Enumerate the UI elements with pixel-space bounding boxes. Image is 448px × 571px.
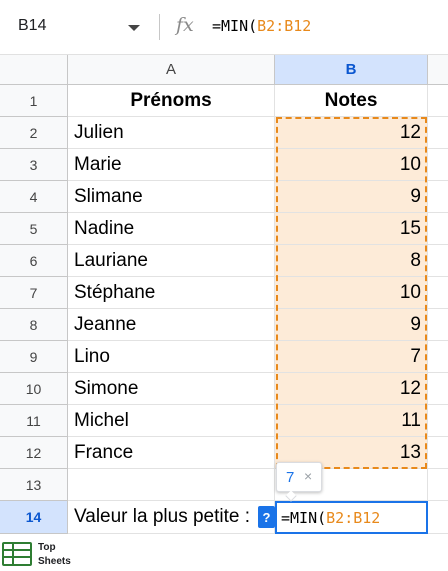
- formula-result-tooltip: 7 ×: [276, 462, 322, 502]
- formula-input[interactable]: =MIN(B2:B12: [212, 17, 311, 35]
- cell-c2[interactable]: [428, 117, 448, 149]
- cell-c10[interactable]: [428, 373, 448, 405]
- cell-c6[interactable]: [428, 245, 448, 277]
- topsheets-logo: Top Sheets: [0, 534, 120, 571]
- cell-b8[interactable]: 9: [275, 309, 428, 341]
- table-row: 12 France 13: [0, 437, 448, 469]
- cell-c7[interactable]: [428, 277, 448, 309]
- fx-icon: fx: [176, 14, 194, 36]
- cell-a14[interactable]: Valeur la plus petite :: [68, 501, 275, 534]
- cell-c12[interactable]: [428, 437, 448, 469]
- table-row: 9 Lino 7: [0, 341, 448, 373]
- cell-a5[interactable]: Nadine: [68, 213, 275, 245]
- row-header[interactable]: 10: [0, 373, 68, 405]
- spreadsheet-icon: [2, 542, 32, 566]
- table-row: 4 Slimane 9: [0, 181, 448, 213]
- table-row: 2 Julien 12: [0, 117, 448, 149]
- row-header[interactable]: 11: [0, 405, 68, 437]
- cell-b1[interactable]: Notes: [275, 85, 428, 117]
- column-header-a[interactable]: A: [68, 55, 275, 85]
- cell-c4[interactable]: [428, 181, 448, 213]
- row-header[interactable]: 8: [0, 309, 68, 341]
- cell-b3[interactable]: 10: [275, 149, 428, 181]
- editor-range-ref: B2:B12: [326, 508, 381, 527]
- cell-a2[interactable]: Julien: [68, 117, 275, 149]
- row-header[interactable]: 2: [0, 117, 68, 149]
- close-icon[interactable]: ×: [304, 468, 312, 484]
- column-header-b[interactable]: B: [275, 55, 428, 85]
- cell-c1[interactable]: [428, 85, 448, 117]
- cell-b7[interactable]: 10: [275, 277, 428, 309]
- table-row: 1 Prénoms Notes: [0, 85, 448, 117]
- select-all-corner[interactable]: [0, 55, 68, 85]
- result-value: 7: [286, 469, 295, 486]
- row-header[interactable]: 13: [0, 469, 68, 501]
- cell-a1[interactable]: Prénoms: [68, 85, 275, 117]
- table-row: 5 Nadine 15: [0, 213, 448, 245]
- table-row: 8 Jeanne 9: [0, 309, 448, 341]
- row-header[interactable]: 9: [0, 341, 68, 373]
- table-row: 11 Michel 11: [0, 405, 448, 437]
- formula-bar: B14 fx =MIN(B2:B12: [0, 0, 448, 55]
- cell-c8[interactable]: [428, 309, 448, 341]
- table-row: 6 Lauriane 8: [0, 245, 448, 277]
- cell-a3[interactable]: Marie: [68, 149, 275, 181]
- cell-a11[interactable]: Michel: [68, 405, 275, 437]
- row-header[interactable]: 4: [0, 181, 68, 213]
- cell-c3[interactable]: [428, 149, 448, 181]
- cell-a6[interactable]: Lauriane: [68, 245, 275, 277]
- formula-prefix: =MIN(: [212, 17, 258, 35]
- cell-a12[interactable]: France: [68, 437, 275, 469]
- cell-b10[interactable]: 12: [275, 373, 428, 405]
- cell-a10[interactable]: Simone: [68, 373, 275, 405]
- row-header[interactable]: 5: [0, 213, 68, 245]
- row-header[interactable]: 14: [0, 501, 68, 534]
- cell-c5[interactable]: [428, 213, 448, 245]
- name-box[interactable]: B14: [18, 17, 46, 35]
- row-header[interactable]: 6: [0, 245, 68, 277]
- cell-c13[interactable]: [428, 469, 448, 501]
- cell-b9[interactable]: 7: [275, 341, 428, 373]
- cell-a7[interactable]: Stéphane: [68, 277, 275, 309]
- cell-a13[interactable]: [68, 469, 275, 501]
- row-header[interactable]: 7: [0, 277, 68, 309]
- formula-help-button[interactable]: ?: [258, 506, 275, 528]
- column-header-c[interactable]: [428, 55, 448, 85]
- cell-editor-b14[interactable]: =MIN(B2:B12: [275, 501, 428, 534]
- logo-line-2: Sheets: [38, 556, 71, 567]
- cell-a4[interactable]: Slimane: [68, 181, 275, 213]
- cell-c14[interactable]: [428, 501, 448, 534]
- editor-formula-prefix: =MIN(: [281, 508, 327, 527]
- cell-b11[interactable]: 11: [275, 405, 428, 437]
- logo-text: Top Sheets: [38, 541, 71, 569]
- logo-line-1: Top: [38, 542, 56, 553]
- cell-a9[interactable]: Lino: [68, 341, 275, 373]
- row-header[interactable]: 3: [0, 149, 68, 181]
- table-row: 7 Stéphane 10: [0, 277, 448, 309]
- table-row: 10 Simone 12: [0, 373, 448, 405]
- cell-b2[interactable]: 12: [275, 117, 428, 149]
- cell-a8[interactable]: Jeanne: [68, 309, 275, 341]
- cell-b5[interactable]: 15: [275, 213, 428, 245]
- formula-bar-divider: [159, 14, 160, 40]
- row-header[interactable]: 1: [0, 85, 68, 117]
- cell-b4[interactable]: 9: [275, 181, 428, 213]
- formula-range-ref: B2:B12: [257, 17, 312, 35]
- cell-b6[interactable]: 8: [275, 245, 428, 277]
- cell-c9[interactable]: [428, 341, 448, 373]
- chevron-down-icon[interactable]: [128, 25, 140, 31]
- cell-c11[interactable]: [428, 405, 448, 437]
- table-row: 13: [0, 469, 448, 501]
- table-row: 3 Marie 10: [0, 149, 448, 181]
- row-header[interactable]: 12: [0, 437, 68, 469]
